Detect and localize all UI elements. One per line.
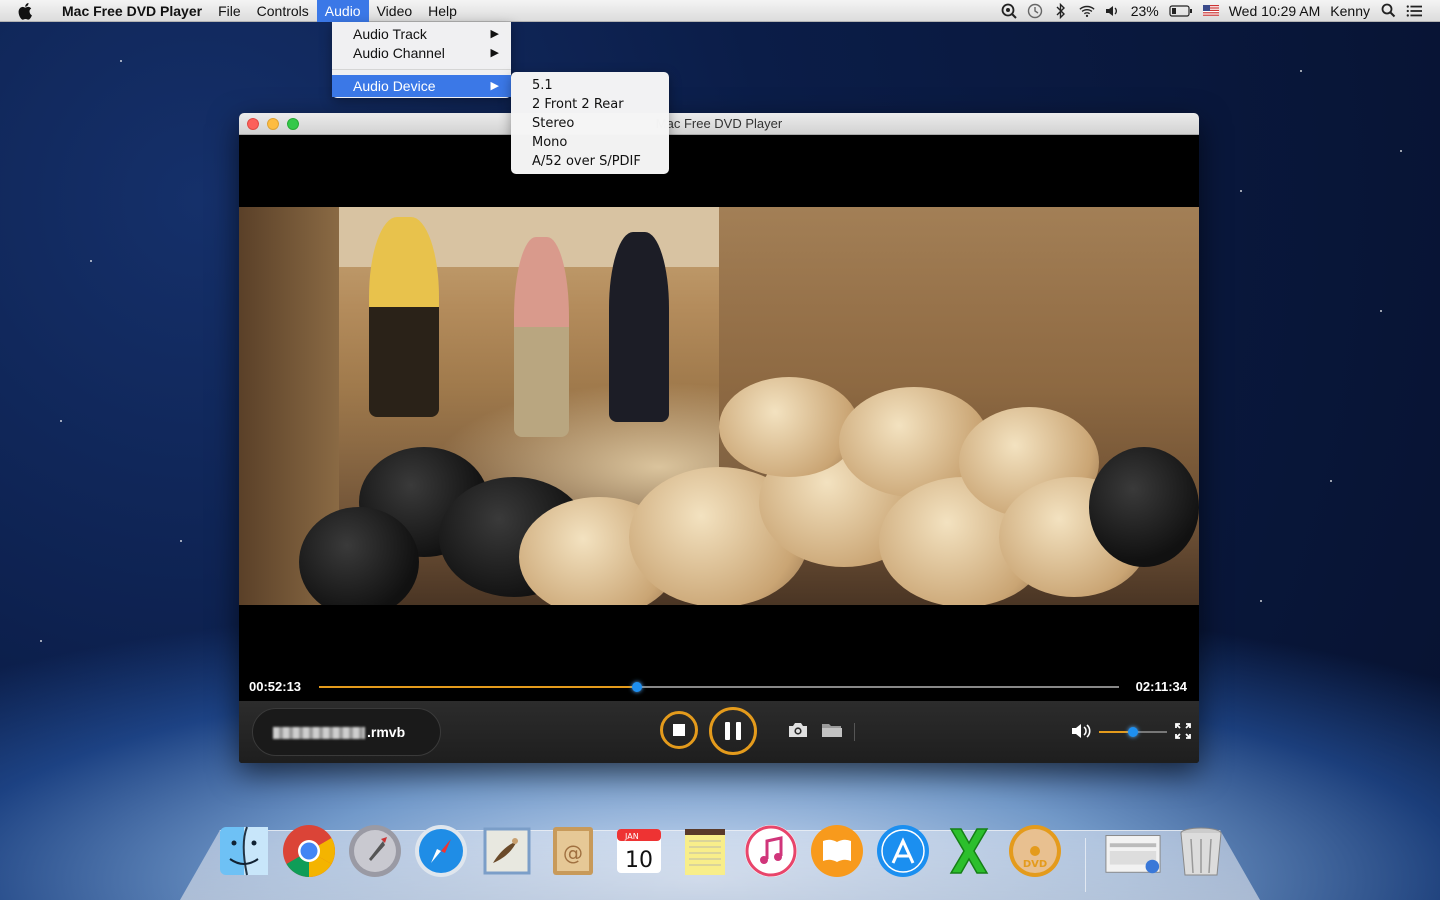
calendar-month: JAN (624, 832, 639, 841)
x-app-icon[interactable] (940, 822, 998, 880)
wifi-icon[interactable] (1079, 3, 1095, 19)
window-titlebar[interactable]: Mac Free DVD Player (239, 113, 1199, 135)
menubar-user[interactable]: Kenny (1330, 3, 1370, 19)
video-person-suit (609, 232, 669, 422)
safari-icon[interactable] (412, 822, 470, 880)
menu-item-label: Audio Device (353, 78, 436, 94)
seek-knob[interactable] (631, 682, 642, 692)
seek-fill (319, 686, 637, 688)
video-sheep (719, 377, 859, 477)
submenu-item-mono[interactable]: Mono (511, 133, 669, 152)
dvd-player-icon[interactable]: DVD (1006, 822, 1064, 880)
audio-device-submenu: 5.1 2 Front 2 Rear Stereo Mono A/52 over… (511, 72, 669, 174)
battery-percentage: 23% (1130, 2, 1159, 19)
preview-icon[interactable] (1104, 822, 1162, 880)
menu-app-name[interactable]: Mac Free DVD Player (54, 0, 210, 22)
menu-controls[interactable]: Controls (249, 0, 317, 22)
audio-menu-dropdown: Audio Track ▶ Audio Channel ▶ Audio Devi… (332, 22, 511, 98)
notes-icon[interactable] (676, 822, 734, 880)
itunes-icon[interactable] (742, 822, 800, 880)
control-bar: .rmvb (239, 701, 1199, 763)
snapshot-camera-icon[interactable] (787, 721, 809, 739)
submenu-item-2-front-2-rear[interactable]: 2 Front 2 Rear (511, 95, 669, 114)
mail-icon[interactable] (478, 822, 536, 880)
stop-button[interactable] (660, 711, 698, 749)
bluetooth-icon[interactable] (1053, 2, 1069, 19)
seek-slider[interactable] (319, 682, 1119, 692)
menu-separator (332, 69, 511, 70)
player-window: Mac Free DVD Player 00:52:13 02:11:34 .r… (239, 113, 1199, 763)
calendar-icon[interactable]: JAN 10 (610, 822, 668, 880)
svg-text:DVD: DVD (1023, 859, 1047, 870)
pause-button[interactable] (709, 707, 757, 755)
app-store-icon[interactable] (874, 822, 932, 880)
apple-icon[interactable] (18, 2, 36, 20)
stop-icon (673, 724, 685, 736)
video-goat (1089, 447, 1199, 567)
menu-item-audio-track[interactable]: Audio Track ▶ (332, 25, 511, 44)
fullscreen-icon[interactable] (1175, 723, 1191, 739)
pause-icon (725, 722, 730, 740)
menubar-clock[interactable]: Wed 10:29 AM (1229, 3, 1321, 19)
zoom-icon[interactable] (1001, 3, 1017, 19)
menu-help[interactable]: Help (420, 0, 465, 22)
volume-knob[interactable] (1128, 727, 1138, 737)
submenu-item-a52-spdif[interactable]: A/52 over S/PDIF (511, 152, 669, 171)
file-extension: .rmvb (367, 724, 406, 740)
status-area: 23% Wed 10:29 AM Kenny (1001, 2, 1440, 19)
trash-icon[interactable] (1172, 822, 1230, 880)
pause-icon (736, 722, 741, 740)
window-title: Mac Free DVD Player (655, 116, 783, 131)
notification-center-icon[interactable] (1406, 3, 1422, 19)
video-person-yellow (369, 217, 439, 417)
volume-icon[interactable] (1071, 723, 1093, 741)
submenu-item-stereo[interactable]: Stereo (511, 114, 669, 133)
finder-icon[interactable] (215, 822, 273, 880)
submenu-arrow-icon: ▶ (490, 47, 499, 59)
chrome-icon[interactable] (280, 822, 338, 880)
menu-item-audio-channel[interactable]: Audio Channel ▶ (332, 44, 511, 63)
dock-separator (1085, 838, 1086, 892)
svg-text:@: @ (563, 841, 583, 865)
timeline-bar: 00:52:13 02:11:34 (239, 673, 1199, 701)
submenu-item-5-1[interactable]: 5.1 (511, 76, 669, 95)
current-time: 00:52:13 (249, 679, 302, 694)
battery-icon[interactable] (1169, 3, 1193, 19)
submenu-arrow-icon: ▶ (490, 80, 499, 92)
contacts-icon[interactable]: @ (544, 822, 602, 880)
menubar: Mac Free DVD Player File Controls Audio … (0, 0, 1440, 22)
ibooks-icon[interactable] (808, 822, 866, 880)
spotlight-icon[interactable] (1380, 3, 1396, 19)
volume-slider[interactable] (1099, 727, 1167, 737)
volume-menubar-icon[interactable] (1105, 3, 1121, 19)
menu-item-audio-device[interactable]: Audio Device ▶ (332, 75, 511, 97)
menu-file[interactable]: File (210, 0, 249, 22)
menu-video[interactable]: Video (369, 0, 421, 22)
us-flag-icon[interactable] (1202, 3, 1219, 19)
menu-item-label: Audio Channel (353, 45, 445, 61)
launchpad-icon[interactable] (346, 822, 404, 880)
time-machine-icon[interactable] (1027, 3, 1043, 19)
total-time: 02:11:34 (1135, 679, 1187, 694)
video-person-pink (514, 237, 569, 437)
file-name-box[interactable]: .rmvb (252, 708, 441, 756)
menu-audio[interactable]: Audio (316, 0, 369, 22)
calendar-day: 10 (625, 848, 653, 873)
submenu-arrow-icon: ▶ (490, 28, 499, 40)
menu-item-label: Audio Track (353, 26, 427, 42)
blurred-filename (273, 727, 365, 739)
open-folder-icon[interactable] (821, 721, 843, 739)
video-frame[interactable] (239, 207, 1199, 605)
control-divider (854, 723, 855, 741)
